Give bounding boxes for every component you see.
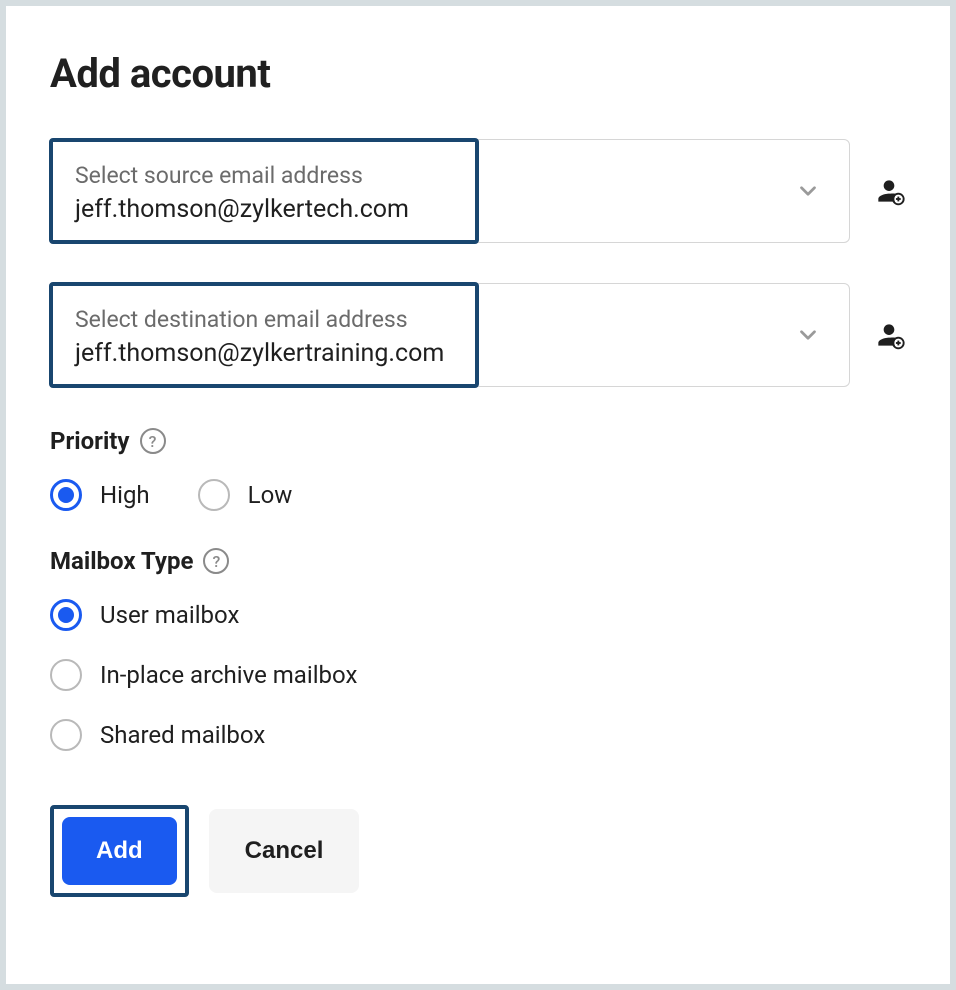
add-source-user-button[interactable] <box>872 175 906 207</box>
source-email-chevron[interactable] <box>479 140 849 242</box>
radio-icon <box>198 479 230 511</box>
priority-high-label: High <box>100 481 150 509</box>
mailbox-user-label: User mailbox <box>100 601 239 629</box>
source-email-row: Select source email address jeff.thomson… <box>50 139 906 243</box>
chevron-down-icon <box>795 178 821 204</box>
cancel-button[interactable]: Cancel <box>209 809 360 893</box>
destination-email-chevron[interactable] <box>479 284 849 386</box>
mailbox-type-radio-group: User mailbox In-place archive mailbox Sh… <box>50 599 906 751</box>
mailbox-type-label-text: Mailbox Type <box>50 547 193 575</box>
button-row: Add Cancel <box>50 805 906 897</box>
priority-radio-high[interactable]: High <box>50 479 150 511</box>
help-icon[interactable]: ? <box>203 548 229 574</box>
source-email-label: Select source email address <box>75 162 453 189</box>
mailbox-shared-label: Shared mailbox <box>100 721 265 749</box>
source-email-value: jeff.thomson@zylkertech.com <box>75 195 453 224</box>
radio-icon <box>50 479 82 511</box>
radio-icon <box>50 719 82 751</box>
person-plus-icon <box>873 319 905 351</box>
add-account-panel: Add account Select source email address … <box>6 6 950 984</box>
mailbox-radio-shared[interactable]: Shared mailbox <box>50 719 906 751</box>
destination-email-label: Select destination email address <box>75 306 453 333</box>
mailbox-radio-archive[interactable]: In-place archive mailbox <box>50 659 906 691</box>
priority-radio-low[interactable]: Low <box>198 479 293 511</box>
help-icon[interactable]: ? <box>140 428 166 454</box>
page-title: Add account <box>50 50 906 97</box>
person-plus-icon <box>873 175 905 207</box>
add-button-highlight: Add <box>50 805 189 897</box>
priority-label-text: Priority <box>50 427 130 455</box>
add-button[interactable]: Add <box>62 817 177 885</box>
destination-email-select[interactable]: Select destination email address jeff.th… <box>50 283 850 387</box>
radio-icon <box>50 659 82 691</box>
mailbox-type-label: Mailbox Type ? <box>50 547 906 575</box>
mailbox-radio-user[interactable]: User mailbox <box>50 599 906 631</box>
add-destination-user-button[interactable] <box>872 319 906 351</box>
priority-label: Priority ? <box>50 427 906 455</box>
priority-low-label: Low <box>248 481 293 509</box>
destination-email-row: Select destination email address jeff.th… <box>50 283 906 387</box>
priority-radio-group: High Low <box>50 479 906 511</box>
source-email-select[interactable]: Select source email address jeff.thomson… <box>50 139 850 243</box>
mailbox-archive-label: In-place archive mailbox <box>100 661 357 689</box>
destination-email-highlight: Select destination email address jeff.th… <box>49 282 479 388</box>
radio-icon <box>50 599 82 631</box>
destination-email-value: jeff.thomson@zylkertraining.com <box>75 339 453 368</box>
source-email-highlight: Select source email address jeff.thomson… <box>49 138 479 244</box>
chevron-down-icon <box>795 322 821 348</box>
